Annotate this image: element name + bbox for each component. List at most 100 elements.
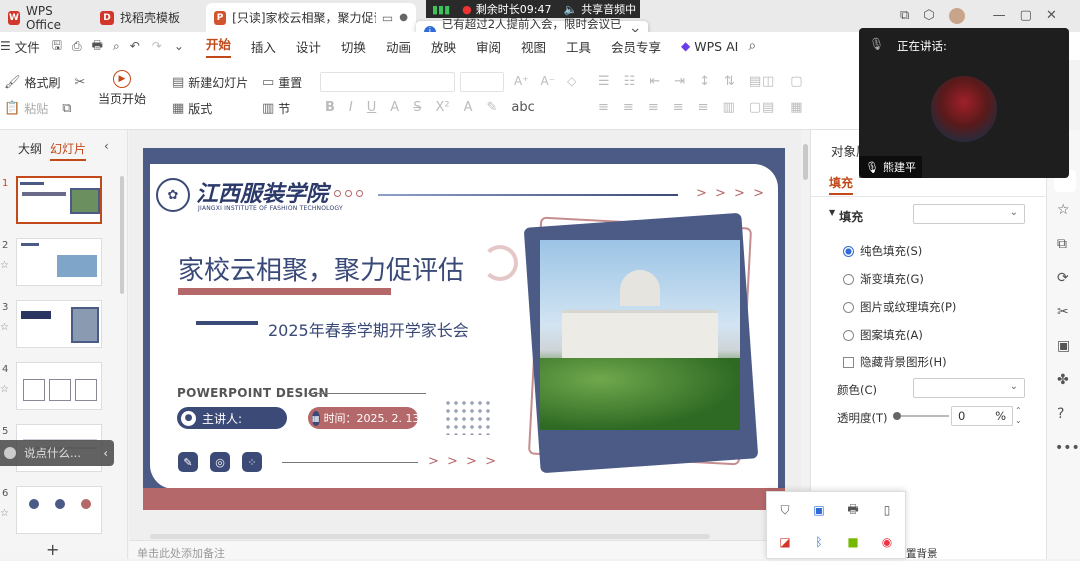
menu-wps-ai[interactable]: WPS AI	[694, 39, 738, 54]
help-icon[interactable]: ?	[1057, 406, 1064, 422]
radio-pattern[interactable]	[843, 329, 854, 341]
justify-icon[interactable]: ≡	[673, 100, 684, 115]
window-restore-icon[interactable]: ⧉	[900, 8, 909, 24]
save-icon[interactable]: 🖫	[52, 36, 62, 57]
clear-format-icon[interactable]: ◇	[567, 74, 576, 88]
menu-design[interactable]: 设计	[296, 37, 321, 56]
line-spacing-icon[interactable]: ↕	[699, 74, 710, 89]
copy-icon[interactable]: ⧉	[62, 101, 71, 116]
star-icon[interactable]: ☆	[1057, 202, 1070, 218]
usb-icon[interactable]: ▯	[879, 502, 895, 518]
scissors-icon[interactable]: ✂	[75, 75, 86, 90]
highlight-icon[interactable]: ✎	[486, 100, 497, 115]
menu-animation[interactable]: 动画	[386, 37, 411, 56]
puzzle-icon[interactable]: ✤	[1057, 372, 1069, 388]
option-gradient-fill[interactable]: 渐变填充(G)	[843, 271, 924, 287]
menu-home[interactable]: 开始	[205, 34, 231, 58]
font-color-icon[interactable]: A	[464, 100, 473, 115]
undo-icon[interactable]: ↶	[130, 39, 140, 53]
thumb-scrollbar[interactable]	[120, 176, 124, 294]
menu-slideshow[interactable]: 放映	[431, 37, 456, 56]
star-icon[interactable]: ☆	[0, 508, 9, 519]
collapse-panel-icon[interactable]: ‹	[104, 139, 109, 153]
font-grow-icon[interactable]: A⁺	[514, 74, 529, 88]
share-audio-status[interactable]: 共享音频中	[581, 1, 636, 17]
transparency-stepper[interactable]: ⌃ ⌄	[1015, 406, 1022, 426]
more-icon[interactable]: •••	[1055, 440, 1080, 456]
tab-wps-office[interactable]: W WPS Office	[0, 3, 90, 32]
app-tray-icon[interactable]: ◪	[777, 534, 793, 550]
radio-solid[interactable]	[843, 245, 854, 257]
layout-button[interactable]: ▦ 版式	[172, 100, 212, 117]
menu-transition[interactable]: 切换	[341, 37, 366, 56]
number-list-icon[interactable]: ☷	[624, 74, 636, 89]
tab-outline[interactable]: 大纲	[18, 140, 42, 157]
tools-icon[interactable]: ✂	[1057, 304, 1069, 320]
checkbox[interactable]	[843, 356, 854, 368]
menu-view[interactable]: 视图	[521, 37, 546, 56]
menu-review[interactable]: 审阅	[476, 37, 501, 56]
copy-style-icon[interactable]: ⧉	[1057, 236, 1067, 252]
tab-fill[interactable]: 填充	[829, 174, 854, 195]
distribute-icon[interactable]: ≡	[698, 100, 709, 115]
fill-section-header[interactable]: ▼ 填充	[829, 208, 863, 225]
meeting-video-window[interactable]: 🎙 正在讲话: 🎙 熊建平	[859, 28, 1069, 178]
menu-file[interactable]: 文件	[15, 37, 40, 56]
slide-thumb-1[interactable]	[16, 176, 102, 224]
horizontal-scrollbar[interactable]	[150, 534, 710, 539]
cube-icon[interactable]: ⬡	[923, 8, 934, 24]
menu-insert[interactable]: 插入	[251, 37, 276, 56]
fill-icon[interactable]: ▦	[790, 100, 802, 115]
tab-document[interactable]: P [只读]家校云相聚，聚力促评估 ▭ ●	[206, 3, 416, 32]
close-window-icon[interactable]: ✕	[1046, 8, 1057, 24]
transparency-input[interactable]: 0 %	[951, 406, 1013, 426]
shadow-icon[interactable]: A	[390, 100, 399, 115]
fill-type-select[interactable]: ⌄	[913, 204, 1025, 224]
format-painter-button[interactable]: 🖌 格式刷 ✂	[4, 74, 85, 91]
textbox-icon[interactable]: ▢	[749, 100, 761, 115]
bullet-list-icon[interactable]: ☰	[598, 74, 610, 89]
char-spacing-icon[interactable]: abc	[511, 100, 534, 115]
radio-picture[interactable]	[843, 301, 854, 313]
menu-icon[interactable]: ☰	[0, 39, 11, 53]
align-text-icon[interactable]: ▤	[749, 74, 761, 89]
redo-icon[interactable]: ↷	[152, 39, 162, 53]
slide-thumb-3[interactable]	[16, 300, 102, 348]
underline-icon[interactable]: U	[367, 100, 377, 115]
chrome-icon[interactable]: ◉	[879, 534, 895, 550]
indent-decrease-icon[interactable]: ⇤	[649, 74, 660, 89]
notes-pane[interactable]: 单击此处添加备注	[129, 540, 801, 560]
refresh-icon[interactable]: ⟳	[1057, 270, 1069, 286]
slide-thumb-6[interactable]	[16, 486, 102, 534]
maximize-icon[interactable]: ▢	[1020, 8, 1032, 24]
menu-member[interactable]: 会员专享	[611, 37, 661, 56]
chat-input-float[interactable]: 说点什么... ‹	[0, 440, 114, 466]
shield-icon[interactable]: ⛉	[777, 502, 793, 518]
shape-icon[interactable]: ▢	[790, 74, 802, 89]
radio-gradient[interactable]	[843, 273, 854, 285]
font-name-select[interactable]	[320, 72, 455, 92]
star-icon[interactable]: ☆	[0, 384, 9, 395]
align-left-icon[interactable]: ≡	[598, 100, 609, 115]
font-size-select[interactable]	[460, 72, 504, 92]
font-shrink-icon[interactable]: A⁻	[541, 74, 556, 88]
monitor-icon[interactable]: ▭	[382, 11, 393, 25]
print-icon[interactable]: 🖶	[92, 36, 103, 57]
preview-icon[interactable]: ⌕	[113, 39, 120, 54]
strike-icon[interactable]: S	[413, 100, 421, 115]
italic-icon[interactable]: I	[349, 100, 353, 115]
collapse-chat-icon[interactable]: ‹	[103, 446, 108, 460]
slide-thumb-4[interactable]	[16, 362, 102, 410]
menu-tools[interactable]: 工具	[566, 37, 591, 56]
smartart-icon[interactable]: ◫	[762, 74, 774, 89]
book-icon[interactable]: ▣	[1057, 338, 1070, 354]
transparency-slider[interactable]	[893, 412, 949, 420]
minimize-icon[interactable]: —	[993, 8, 1006, 24]
arrange-icon[interactable]: ▤	[762, 100, 774, 115]
bold-icon[interactable]: B	[325, 100, 335, 115]
printer-icon[interactable]: 🖶	[845, 502, 861, 518]
option-solid-fill[interactable]: 纯色填充(S)	[843, 243, 922, 259]
play-current-button[interactable]: ▶ 当页开始	[98, 70, 146, 107]
superscript-icon[interactable]: X²	[435, 100, 449, 115]
close-tab-icon[interactable]: ●	[399, 12, 408, 23]
